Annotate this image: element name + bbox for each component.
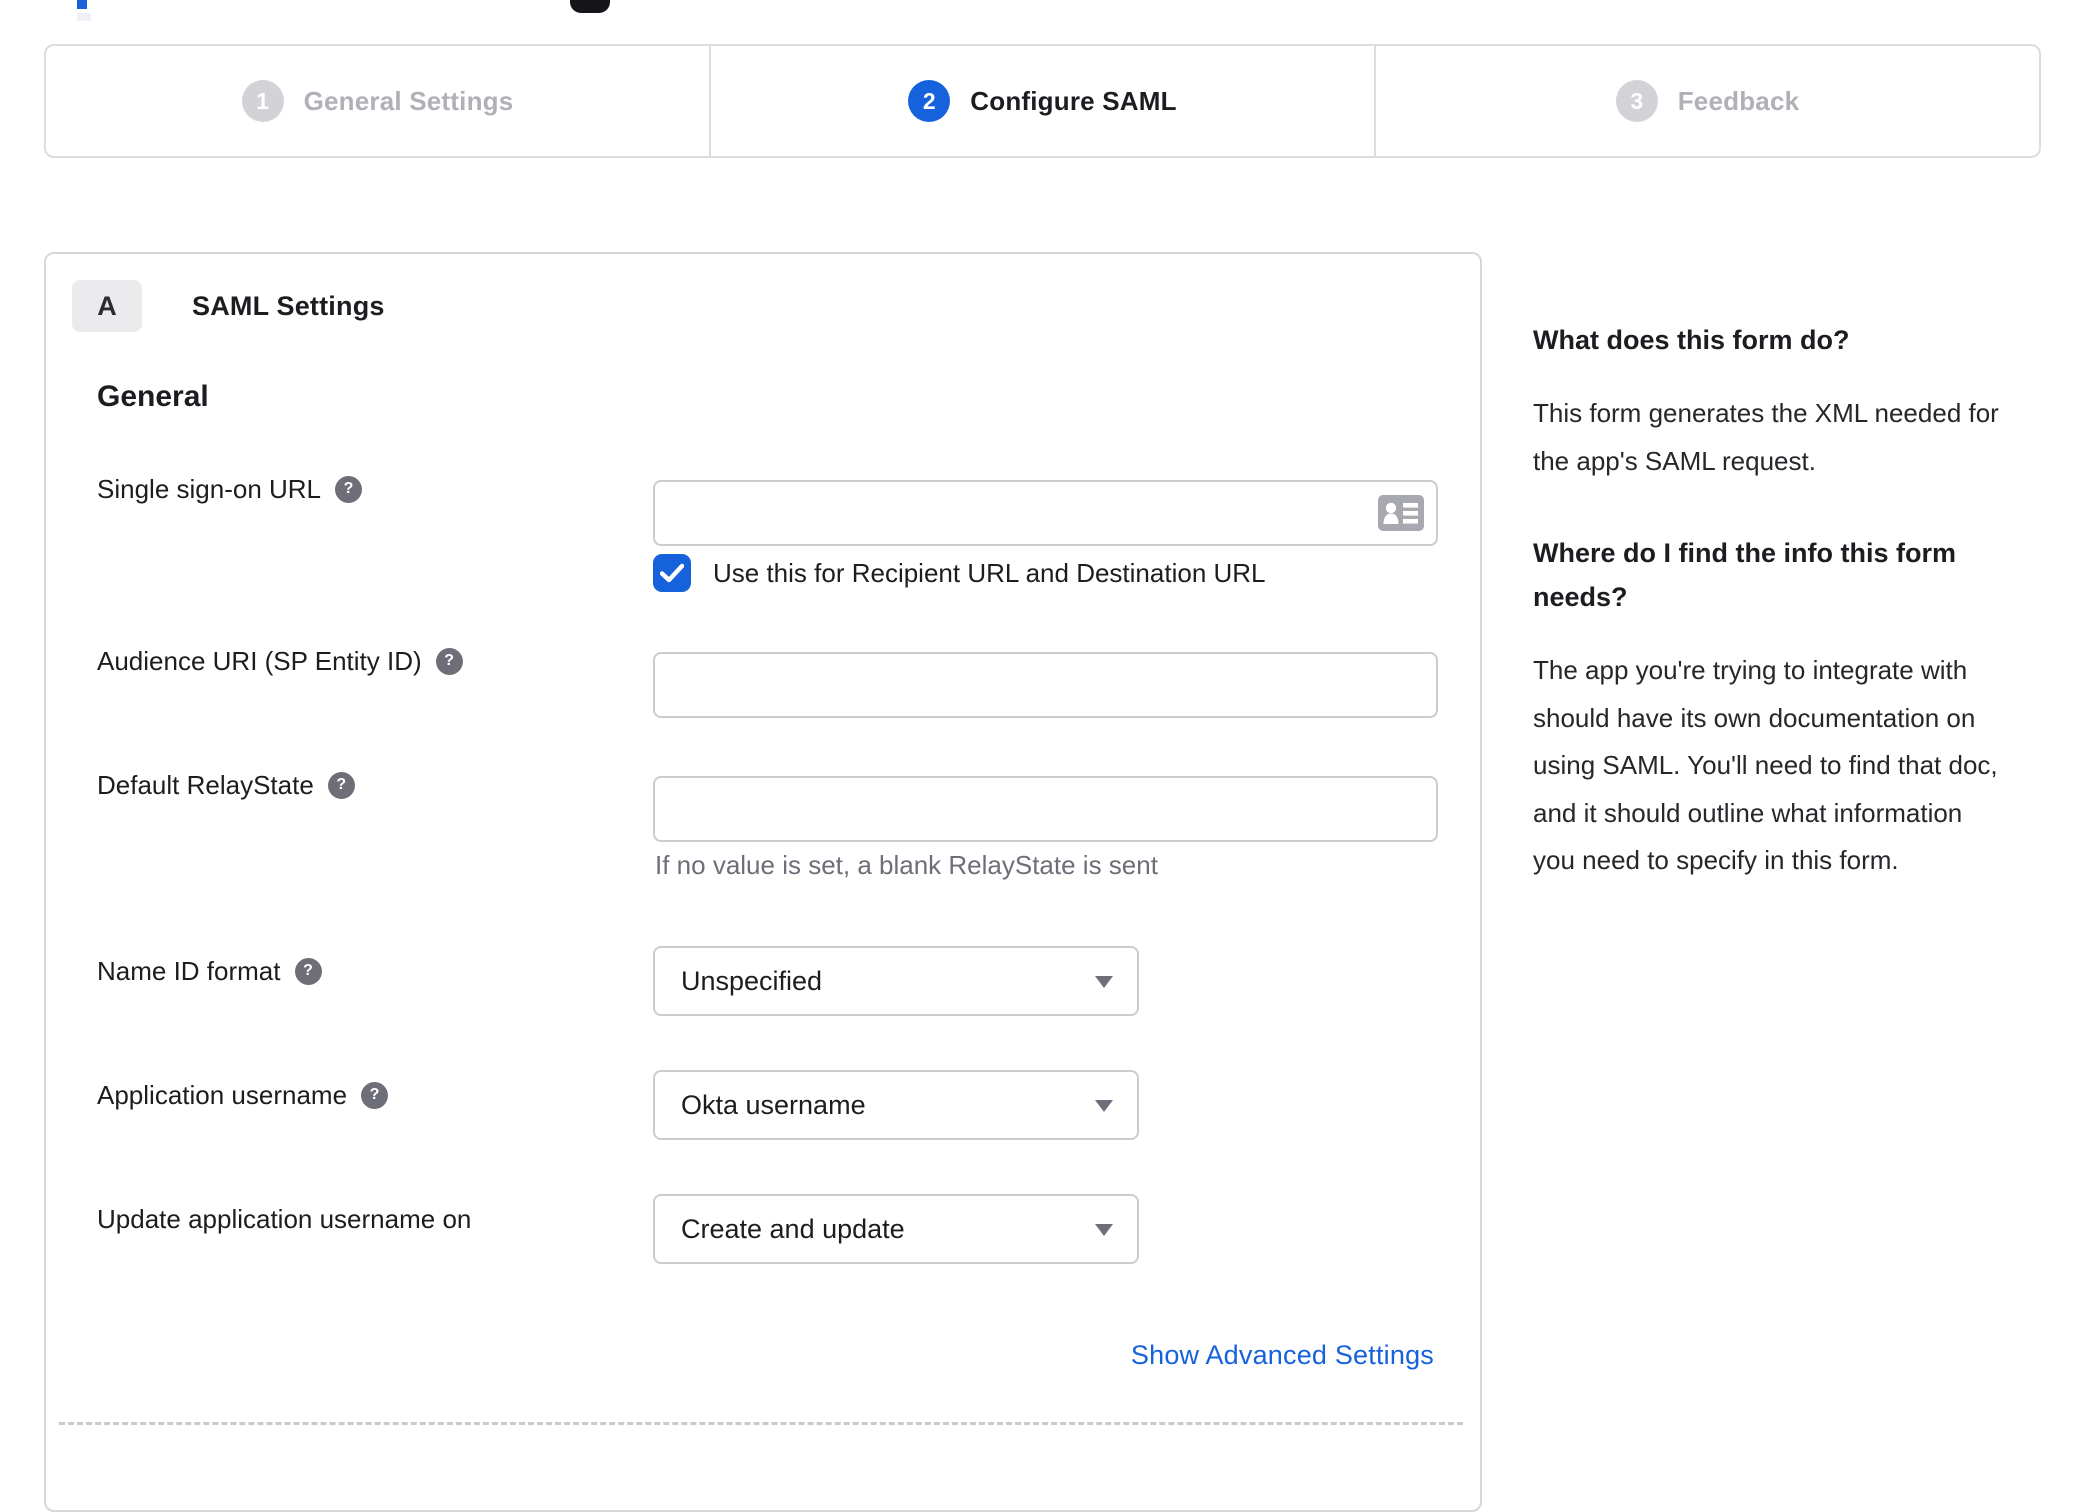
step-1-label: General Settings xyxy=(303,85,514,116)
help-heading-where: Where do I find the info this form needs… xyxy=(1533,538,1956,612)
recipient-url-checkbox-row: Use this for Recipient URL and Destinati… xyxy=(653,554,1266,592)
recipient-url-checkbox-label[interactable]: Use this for Recipient URL and Destinati… xyxy=(713,558,1266,589)
sso-url-input-wrap xyxy=(653,480,1438,546)
sso-url-label: Single sign-on URL ? xyxy=(97,472,627,506)
default-relaystate-input[interactable] xyxy=(653,776,1438,842)
name-id-format-help-icon[interactable]: ? xyxy=(294,957,322,985)
contact-card-icon[interactable] xyxy=(1378,495,1424,531)
wizard-stepper: 1 General Settings 2 Configure SAML 3 Fe… xyxy=(44,44,2041,158)
help-sidebar: What does this form do? This form genera… xyxy=(1533,318,2001,931)
chevron-down-icon xyxy=(1095,976,1113,988)
cutoff-icon-fragment-black xyxy=(570,0,610,13)
update-app-username-value: Create and update xyxy=(681,1213,905,1244)
help-heading-what: What does this form do? xyxy=(1533,325,1850,355)
section-title: SAML Settings xyxy=(192,290,385,321)
chevron-down-icon xyxy=(1095,1100,1113,1112)
step-1-number: 1 xyxy=(241,80,284,122)
help-paragraph-where: The app you're trying to integrate with … xyxy=(1533,655,1998,875)
step-3-number: 3 xyxy=(1615,80,1658,122)
step-feedback[interactable]: 3 Feedback xyxy=(1374,46,2039,156)
show-advanced-settings-link[interactable]: Show Advanced Settings xyxy=(1131,1340,1434,1371)
sso-url-input[interactable] xyxy=(653,480,1438,546)
cutoff-logo-fragment-blue xyxy=(77,0,87,9)
application-username-help-icon[interactable]: ? xyxy=(361,1081,389,1109)
default-relaystate-help-icon[interactable]: ? xyxy=(327,771,355,799)
application-username-select[interactable]: Okta username xyxy=(653,1070,1139,1140)
saml-settings-panel: A SAML Settings General Single sign-on U… xyxy=(44,252,1482,1512)
name-id-format-label: Name ID format ? xyxy=(97,954,627,988)
audience-uri-help-icon[interactable]: ? xyxy=(435,647,463,675)
audience-uri-input[interactable] xyxy=(653,652,1438,718)
check-icon xyxy=(660,563,684,583)
sso-url-help-icon[interactable]: ? xyxy=(335,475,363,503)
update-app-username-select[interactable]: Create and update xyxy=(653,1194,1139,1264)
recipient-url-checkbox[interactable] xyxy=(653,554,691,592)
section-dashed-divider xyxy=(59,1422,1463,1425)
cutoff-logo-fragment-ghost xyxy=(77,13,91,21)
help-paragraph-what: This form generates the XML needed for t… xyxy=(1533,398,1999,476)
application-username-label: Application username ? xyxy=(97,1078,627,1112)
name-id-format-value: Unspecified xyxy=(681,965,823,996)
step-2-label: Configure SAML xyxy=(970,85,1177,116)
step-3-label: Feedback xyxy=(1677,85,1800,116)
general-group-heading: General xyxy=(97,380,209,413)
application-username-value: Okta username xyxy=(681,1089,866,1120)
name-id-format-select[interactable]: Unspecified xyxy=(653,946,1139,1016)
update-app-username-label: Update application username on xyxy=(97,1204,472,1234)
chevron-down-icon xyxy=(1095,1224,1113,1236)
section-letter-badge: A xyxy=(72,280,142,332)
relaystate-helper-text: If no value is set, a blank RelayState i… xyxy=(655,850,1158,880)
step-2-number: 2 xyxy=(908,80,951,122)
step-general-settings[interactable]: 1 General Settings xyxy=(46,46,709,156)
step-configure-saml[interactable]: 2 Configure SAML xyxy=(709,46,1374,156)
section-header: A SAML Settings xyxy=(72,280,385,332)
default-relaystate-label: Default RelayState ? xyxy=(97,768,627,802)
audience-uri-label: Audience URI (SP Entity ID) ? xyxy=(97,644,627,678)
